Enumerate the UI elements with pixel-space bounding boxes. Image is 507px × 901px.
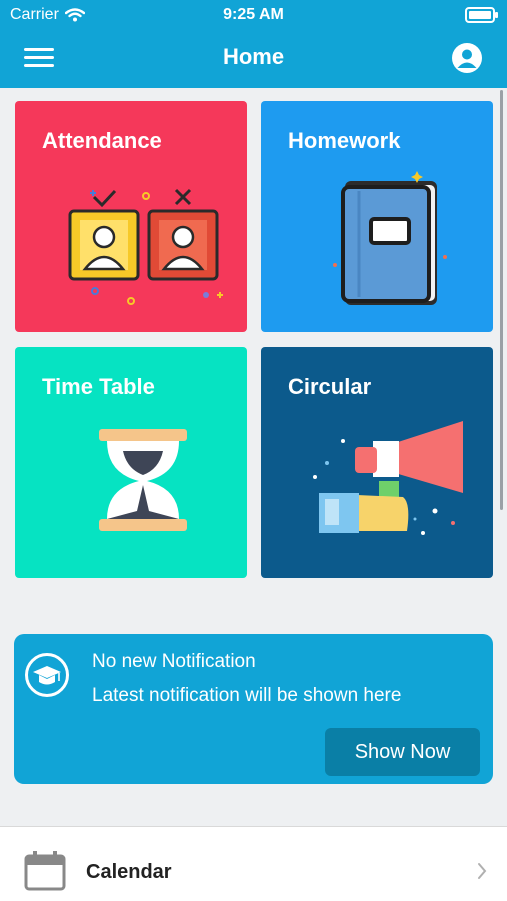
- scrollbar[interactable]: [500, 90, 503, 510]
- page-title: Home: [222, 44, 285, 69]
- tile-time-table[interactable]: Time Table: [15, 347, 247, 578]
- attendance-icon: [68, 188, 223, 305]
- tile-circular[interactable]: Circular: [261, 347, 493, 578]
- tile-circular-title: Circular: [288, 374, 372, 399]
- book-icon: [333, 171, 447, 305]
- hourglass-icon: [99, 429, 187, 531]
- megaphone-icon: [313, 421, 463, 535]
- calendar-icon: [24, 851, 66, 891]
- tile-attendance[interactable]: Attendance: [15, 101, 247, 332]
- calendar-row[interactable]: Calendar: [0, 826, 507, 901]
- notification-card: No new Notification Latest notification …: [14, 634, 493, 784]
- top-bar: Carrier 9:25 AM Home: [0, 0, 507, 88]
- calendar-label: Calendar: [86, 861, 172, 883]
- battery-icon: [465, 7, 498, 23]
- profile-icon: [457, 49, 477, 68]
- show-now-button[interactable]: Show Now: [325, 728, 480, 776]
- notification-title: No new Notification: [92, 651, 256, 672]
- tile-homework-title: Homework: [288, 128, 401, 153]
- status-bar: Carrier 9:25 AM: [0, 0, 507, 30]
- profile-button[interactable]: [452, 43, 482, 73]
- clock: 9:25 AM: [223, 6, 284, 23]
- tile-time-table-title: Time Table: [42, 374, 155, 399]
- tile-attendance-title: Attendance: [42, 128, 162, 153]
- graduation-cap-icon: [25, 653, 69, 697]
- notification-message: Latest notification will be shown here: [92, 685, 402, 706]
- tile-homework[interactable]: Homework: [261, 101, 493, 332]
- chevron-right-icon: [478, 863, 487, 879]
